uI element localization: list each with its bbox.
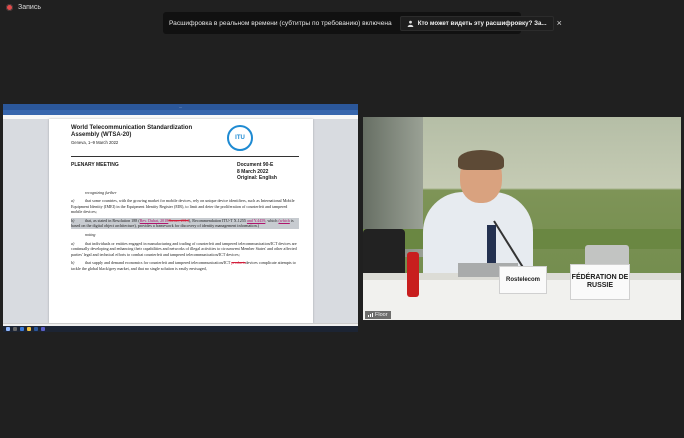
transcript-visibility-label: Кто может видеть эту расшифровку? За...: [417, 19, 547, 27]
transcript-visibility-button[interactable]: Кто может видеть эту расшифровку? За...: [399, 15, 554, 31]
speaker-hair: [458, 150, 504, 170]
header-rule: [71, 156, 299, 157]
org-line-2: Assembly (WTSA-20): [71, 132, 132, 138]
nameplate-country-line2: RUSSIE: [586, 282, 614, 289]
doc-original: Original: English: [236, 175, 277, 181]
itu-logo-icon: ITU: [227, 125, 253, 151]
water-bottle: [407, 252, 419, 297]
nameplate-rostelecom: Rostelecom: [499, 266, 547, 294]
shared-screen: ... World Telecommunication Standardizat…: [3, 104, 358, 332]
folder-icon[interactable]: [27, 327, 31, 331]
edge-icon[interactable]: [20, 327, 24, 331]
document-meta: PLENARY MEETING Document 90-E 8 March 20…: [71, 162, 299, 182]
document-page: World Telecommunication Standardization …: [49, 119, 313, 323]
document-body: recognizing further a) that some countrie…: [71, 190, 299, 272]
transcription-banner: Расшифровка в реальном времени (субтитры…: [163, 12, 562, 34]
search-icon[interactable]: [13, 327, 17, 331]
person-shield-icon: [407, 20, 414, 27]
document-header: World Telecommunication Standardization …: [71, 125, 299, 151]
word-icon[interactable]: [34, 327, 38, 331]
record-dot-icon: [6, 4, 13, 11]
transcription-status-text: Расшифровка в реальном времени (субтитры…: [169, 19, 392, 27]
teams-icon[interactable]: [41, 327, 45, 331]
meeting-title: PLENARY MEETING: [71, 162, 119, 168]
para-noting-b: b) that supply and demand economics for c…: [71, 260, 296, 272]
word-window-title: ...: [179, 105, 182, 109]
video-feed: Rostelecom FÉDÉRATION DE RUSSIE Floor: [363, 117, 681, 320]
floor-label: Floor: [375, 312, 388, 318]
doc-number: Document 90-E: [236, 162, 274, 168]
start-icon[interactable]: [6, 327, 10, 331]
heading-recognizing: recognizing further: [85, 189, 117, 195]
document-area: World Telecommunication Standardization …: [3, 119, 358, 323]
audio-level-icon: [368, 313, 373, 317]
nameplate-country: FÉDÉRATION DE RUSSIE: [570, 264, 630, 300]
recording-label: Запись: [18, 4, 41, 11]
para-recognizing-a: a) that some countries, with the growing …: [71, 198, 295, 215]
heading-noting: noting: [85, 232, 96, 238]
para-recognizing-b: b) that, as stated in Resolution 188 (Rev…: [71, 217, 299, 230]
para-noting-a: a) that individuals or entities engaged i…: [71, 240, 297, 257]
itu-logo-text: ITU: [235, 135, 245, 141]
recording-indicator: Запись: [6, 4, 41, 11]
close-icon[interactable]: ×: [554, 18, 565, 28]
org-line-1: World Telecommunication Standardization: [71, 125, 193, 131]
floor-audio-indicator: Floor: [365, 311, 391, 319]
windows-taskbar[interactable]: [3, 326, 358, 332]
place-date: Geneva, 1–9 March 2022: [71, 140, 119, 145]
nameplate-country-line1: FÉDÉRATION DE: [571, 274, 629, 281]
